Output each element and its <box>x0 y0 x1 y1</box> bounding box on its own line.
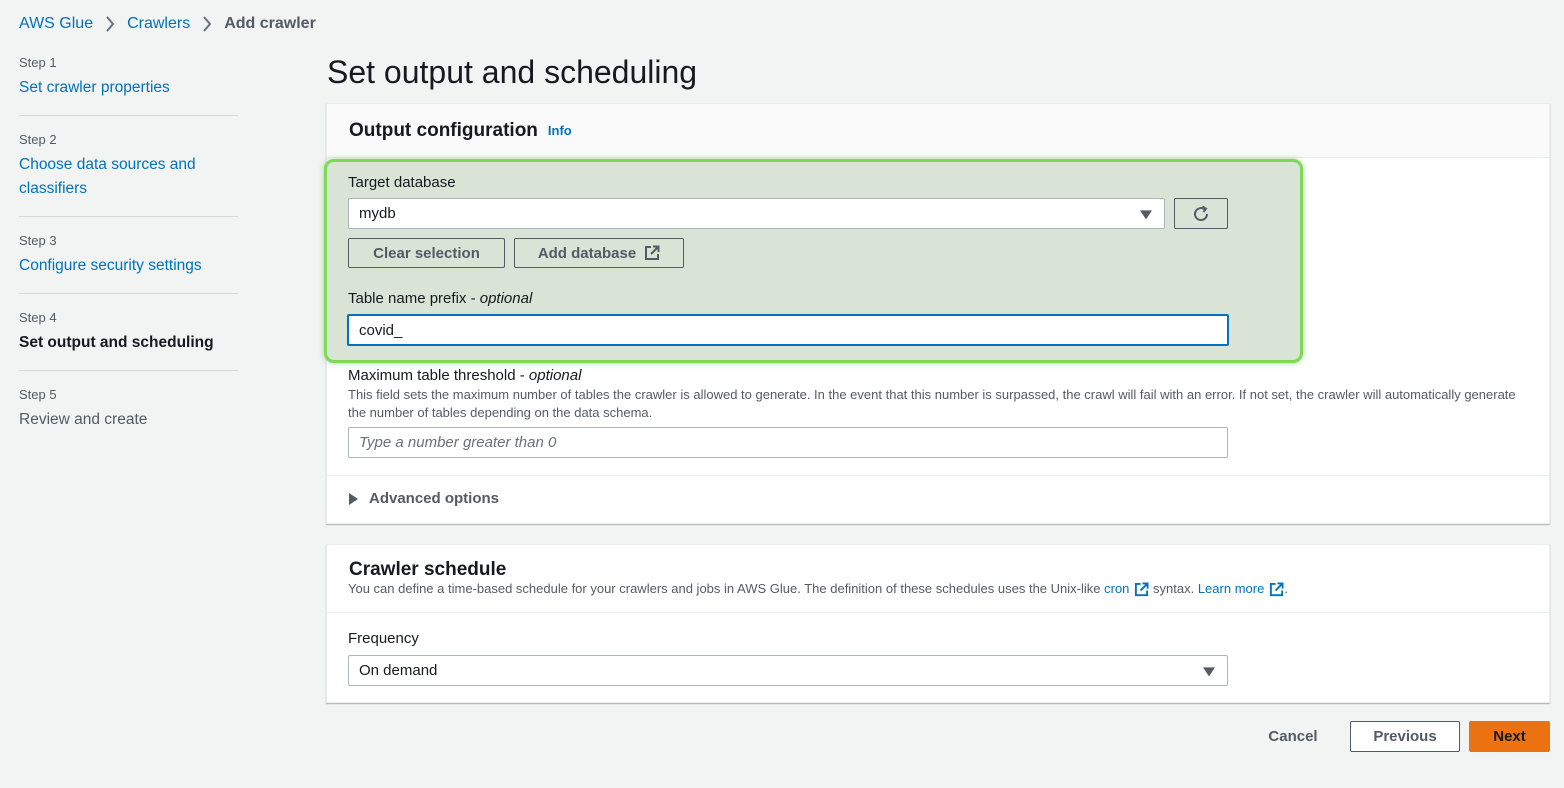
breadcrumb: AWS Glue Crawlers Add crawler <box>19 15 316 33</box>
divider <box>327 612 1549 613</box>
advanced-options-toggle[interactable]: Advanced options <box>349 490 499 507</box>
max-threshold-label: Maximum table threshold - optional <box>348 366 581 386</box>
step-5: Step 5 Review and create <box>19 386 238 447</box>
target-database-label: Target database <box>348 174 456 191</box>
schedule-desc-text-mid: syntax. <box>1149 581 1198 596</box>
max-threshold-description: This field sets the maximum number of ta… <box>348 387 1516 420</box>
schedule-description: You can define a time-based schedule for… <box>348 580 1288 598</box>
step-3: Step 3 Configure security settings <box>19 232 238 294</box>
frequency-label: Frequency <box>348 630 419 647</box>
panel-header: Output configuration Info <box>327 104 1549 158</box>
target-database-value: mydb <box>359 205 396 222</box>
cron-link[interactable]: cron <box>1104 580 1149 598</box>
table-prefix-label-text: Table name prefix - <box>348 290 480 307</box>
frequency-value: On demand <box>359 662 438 679</box>
breadcrumb-aws-glue[interactable]: AWS Glue <box>19 15 93 33</box>
cancel-button[interactable]: Cancel <box>1253 721 1333 752</box>
table-prefix-input[interactable] <box>347 314 1229 346</box>
add-database-button[interactable]: Add database <box>514 238 684 268</box>
chevron-right-icon <box>105 16 115 32</box>
learn-more-label: Learn more <box>1197 581 1265 596</box>
page-title: Set output and scheduling <box>327 54 698 90</box>
caret-down-icon <box>1140 209 1152 219</box>
info-link[interactable]: Info <box>548 123 572 138</box>
learn-more-link[interactable]: Learn more <box>1198 580 1284 598</box>
clear-selection-button[interactable]: Clear selection <box>348 238 505 268</box>
table-prefix-label: Table name prefix - optional <box>348 289 532 309</box>
previous-button[interactable]: Previous <box>1350 721 1460 752</box>
step-link-data-sources[interactable]: Choose data sources and classifiers <box>19 153 238 201</box>
optional-tag: optional <box>528 367 582 384</box>
step-link-security-settings[interactable]: Configure security settings <box>19 254 238 278</box>
step-number: Step 1 <box>19 55 57 70</box>
step-number: Step 4 <box>19 310 57 325</box>
next-button[interactable]: Next <box>1469 721 1550 752</box>
step-link-crawler-properties[interactable]: Set crawler properties <box>19 76 238 100</box>
step-review-create: Review and create <box>19 411 148 428</box>
schedule-desc-text: You can define a time-based schedule for… <box>348 581 1105 596</box>
step-1: Step 1 Set crawler properties <box>19 54 238 116</box>
step-number: Step 3 <box>19 233 57 248</box>
breadcrumb-crawlers[interactable]: Crawlers <box>127 15 190 33</box>
step-4: Step 4 Set output and scheduling <box>19 309 238 371</box>
step-current-output-scheduling: Set output and scheduling <box>19 334 214 351</box>
breadcrumb-current: Add crawler <box>224 15 316 32</box>
panel-heading: Output configuration <box>349 119 538 141</box>
caret-right-icon <box>349 492 358 505</box>
wizard-steps-nav: Step 1 Set crawler properties Step 2 Cho… <box>19 52 238 462</box>
refresh-icon <box>1194 205 1209 221</box>
max-threshold-input[interactable] <box>348 427 1228 458</box>
add-database-label: Add database <box>537 244 637 262</box>
target-database-select[interactable]: mydb <box>348 198 1165 229</box>
optional-tag: optional <box>479 290 533 307</box>
cron-link-label: cron <box>1104 581 1130 596</box>
chevron-right-icon <box>202 16 212 32</box>
external-link-icon <box>1269 581 1284 597</box>
step-number: Step 5 <box>19 387 57 402</box>
refresh-button[interactable] <box>1174 198 1228 229</box>
schedule-desc-end: . <box>1284 581 1288 596</box>
step-2: Step 2 Choose data sources and classifie… <box>19 131 238 217</box>
external-link-icon <box>1134 581 1149 597</box>
step-number: Step 2 <box>19 132 57 147</box>
frequency-select[interactable]: On demand <box>348 655 1228 686</box>
external-link-icon <box>644 245 660 261</box>
advanced-options-label: Advanced options <box>369 490 500 507</box>
max-threshold-label-text: Maximum table threshold - <box>348 367 529 384</box>
panel-heading: Crawler schedule <box>349 559 507 580</box>
divider <box>327 475 1549 476</box>
caret-down-icon <box>1203 666 1215 676</box>
